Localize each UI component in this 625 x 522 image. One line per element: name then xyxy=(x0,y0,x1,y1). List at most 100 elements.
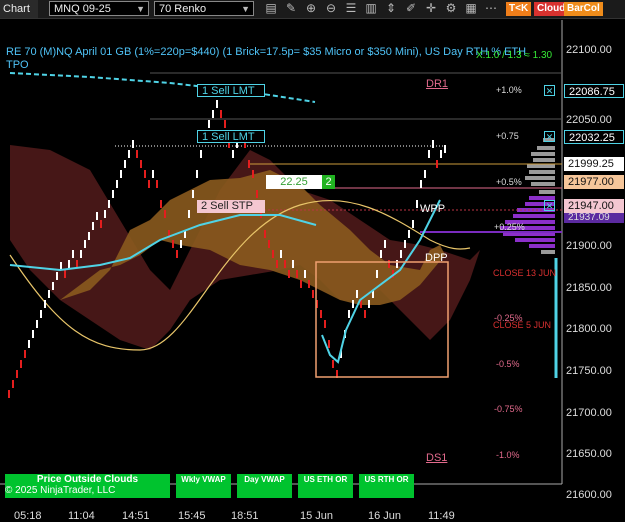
renko-brick xyxy=(120,170,122,178)
instrument-selector[interactable]: MNQ 09-25 ▼ xyxy=(49,1,149,16)
renko-brick xyxy=(124,160,126,168)
profile-bar xyxy=(531,182,555,186)
renko-brick xyxy=(24,350,26,358)
copyright-text: © 2025 NinjaTrader, LLC xyxy=(5,485,116,496)
renko-brick xyxy=(320,310,322,318)
renko-brick xyxy=(328,340,330,348)
profile-bar xyxy=(531,152,555,156)
renko-brick xyxy=(36,320,38,328)
price-outside-label: Price Outside Clouds xyxy=(36,474,139,485)
weekly-vwap-button[interactable]: Wkly VWAP xyxy=(176,474,231,498)
tk-button[interactable]: T<K xyxy=(506,2,532,16)
chart-canvas[interactable]: RE 70 (M)NQ April 01 GB (1%=220p=$440) (… xyxy=(0,18,625,522)
more-icon[interactable]: ⋯ xyxy=(483,1,499,16)
wpp-label: WPP xyxy=(420,203,446,215)
drawing-tools-icon[interactable]: ✎ xyxy=(283,1,299,16)
y-tick: 21750.00 xyxy=(566,365,612,377)
position-avg-price[interactable]: 22.25 xyxy=(266,175,322,189)
renko-brick xyxy=(160,200,162,208)
renko-brick xyxy=(220,110,222,118)
zoom-out-icon[interactable]: ⊖ xyxy=(323,1,339,16)
renko-brick xyxy=(404,240,406,248)
profile-bar xyxy=(529,170,555,174)
renko-brick xyxy=(144,170,146,178)
renko-brick xyxy=(16,370,18,378)
renko-brick xyxy=(280,250,282,258)
renko-brick xyxy=(268,240,270,248)
position-qty[interactable]: 2 xyxy=(322,175,335,189)
zoom-in-icon[interactable]: ⊕ xyxy=(303,1,319,16)
order-price-1: 22086.75 xyxy=(564,84,624,98)
renko-brick xyxy=(264,230,266,238)
renko-brick xyxy=(212,110,214,118)
renko-brick xyxy=(84,240,86,248)
renko-brick xyxy=(200,150,202,158)
pct-label: +0.5% xyxy=(496,177,522,187)
pct-label: -0.5% xyxy=(496,359,520,369)
bar-style-icon[interactable]: ▤ xyxy=(263,1,279,16)
renko-brick xyxy=(252,170,254,178)
y-tick: 21600.00 xyxy=(566,489,612,501)
renko-brick xyxy=(424,170,426,178)
renko-brick xyxy=(420,180,422,188)
renko-brick xyxy=(44,300,46,308)
renko-brick xyxy=(188,210,190,218)
sell-limit-order-1[interactable]: 1 Sell LMT xyxy=(197,84,265,97)
renko-brick xyxy=(440,150,442,158)
renko-brick xyxy=(380,250,382,258)
renko-brick xyxy=(368,300,370,308)
stats-icon[interactable]: ▥ xyxy=(363,1,379,16)
renko-brick xyxy=(104,210,106,218)
pencil-icon[interactable]: ✐ xyxy=(403,1,419,16)
volume-profile xyxy=(500,138,555,254)
renko-brick xyxy=(172,240,174,248)
crosshair-icon[interactable]: ✛ xyxy=(423,1,439,16)
renko-brick xyxy=(396,260,398,268)
renko-brick xyxy=(72,250,74,258)
ichimoku-cloud xyxy=(10,145,480,350)
cancel-order-icon[interactable]: ✕ xyxy=(544,85,555,96)
sell-stop-order[interactable]: 2 Sell STP xyxy=(197,200,265,213)
profile-bar xyxy=(537,146,555,150)
chart-tab[interactable]: Chart xyxy=(0,0,38,18)
chart-toolbar: Chart MNQ 09-25 ▼ 70 Renko ▼ ▤ ✎ ⊕ ⊖ ☰ ▥ ⇕ ✐ ✛ ⚙ ▦ ⋯ … xyxy=(0,0,625,19)
period-selector[interactable]: 70 Renko ▼ xyxy=(154,1,254,16)
renko-brick xyxy=(164,210,166,218)
renko-brick xyxy=(112,190,114,198)
renko-brick xyxy=(140,160,142,168)
chevron-down-icon: ▼ xyxy=(136,4,145,14)
template-icon[interactable]: ▦ xyxy=(463,1,479,16)
chart-title: RE 70 (M)NQ April 01 GB (1%=220p=$440) (… xyxy=(6,46,527,58)
y-tick: 21700.00 xyxy=(566,407,612,419)
renko-brick xyxy=(48,290,50,298)
close-13-jun-label: CLOSE 13 JUN xyxy=(493,268,557,278)
y-tick: 22100.00 xyxy=(566,44,612,56)
profile-bar xyxy=(525,176,555,180)
renko-brick xyxy=(192,190,194,198)
barcol-button[interactable]: BarCol xyxy=(564,2,603,16)
list-icon[interactable]: ☰ xyxy=(343,1,359,16)
scale-icon[interactable]: ⇕ xyxy=(383,1,399,16)
day-vwap-button[interactable]: Day VWAP xyxy=(237,474,292,498)
properties-icon[interactable]: ⚙ xyxy=(443,1,459,16)
renko-brick xyxy=(376,270,378,278)
pct-label: +0.25% xyxy=(494,222,525,232)
price-chart xyxy=(0,20,563,485)
renko-brick xyxy=(300,280,302,288)
sell-limit-order-2[interactable]: 1 Sell LMT xyxy=(197,130,265,143)
renko-brick xyxy=(180,240,182,248)
profile-bar xyxy=(539,190,555,194)
renko-brick xyxy=(176,250,178,258)
renko-brick xyxy=(8,390,10,398)
us-rth-or-button[interactable]: US RTH OR xyxy=(359,474,414,498)
renko-brick xyxy=(96,212,98,220)
us-eth-or-button[interactable]: US ETH OR xyxy=(298,474,353,498)
renko-brick xyxy=(248,160,250,168)
renko-brick xyxy=(156,180,158,188)
renko-brick xyxy=(352,300,354,308)
cancel-order-icon[interactable]: ✕ xyxy=(544,200,555,211)
renko-brick xyxy=(348,310,350,318)
order-price-2: 22032.25 xyxy=(564,130,624,144)
instrument-value: MNQ 09-25 xyxy=(54,3,111,15)
cancel-order-icon[interactable]: ✕ xyxy=(544,131,555,142)
